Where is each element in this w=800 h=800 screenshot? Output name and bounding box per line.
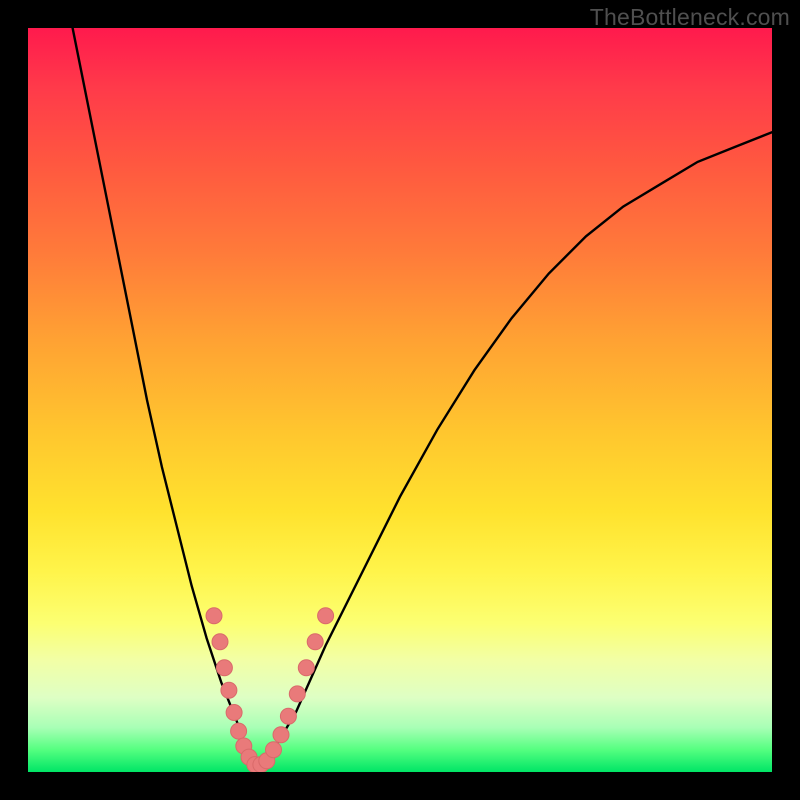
data-marker	[307, 634, 323, 650]
data-marker	[289, 686, 305, 702]
data-marker	[266, 742, 282, 758]
marker-group	[206, 608, 334, 772]
data-marker	[280, 708, 296, 724]
curve-left-branch	[73, 28, 259, 772]
data-marker	[226, 705, 242, 721]
plot-area	[28, 28, 772, 772]
data-marker	[206, 608, 222, 624]
data-marker	[221, 682, 237, 698]
curve-right-branch	[259, 132, 772, 772]
chart-svg	[28, 28, 772, 772]
outer-frame: TheBottleneck.com	[0, 0, 800, 800]
data-marker	[231, 723, 247, 739]
data-marker	[212, 634, 228, 650]
data-marker	[298, 660, 314, 676]
data-marker	[318, 608, 334, 624]
data-marker	[273, 727, 289, 743]
data-marker	[216, 660, 232, 676]
watermark-text: TheBottleneck.com	[590, 4, 790, 31]
